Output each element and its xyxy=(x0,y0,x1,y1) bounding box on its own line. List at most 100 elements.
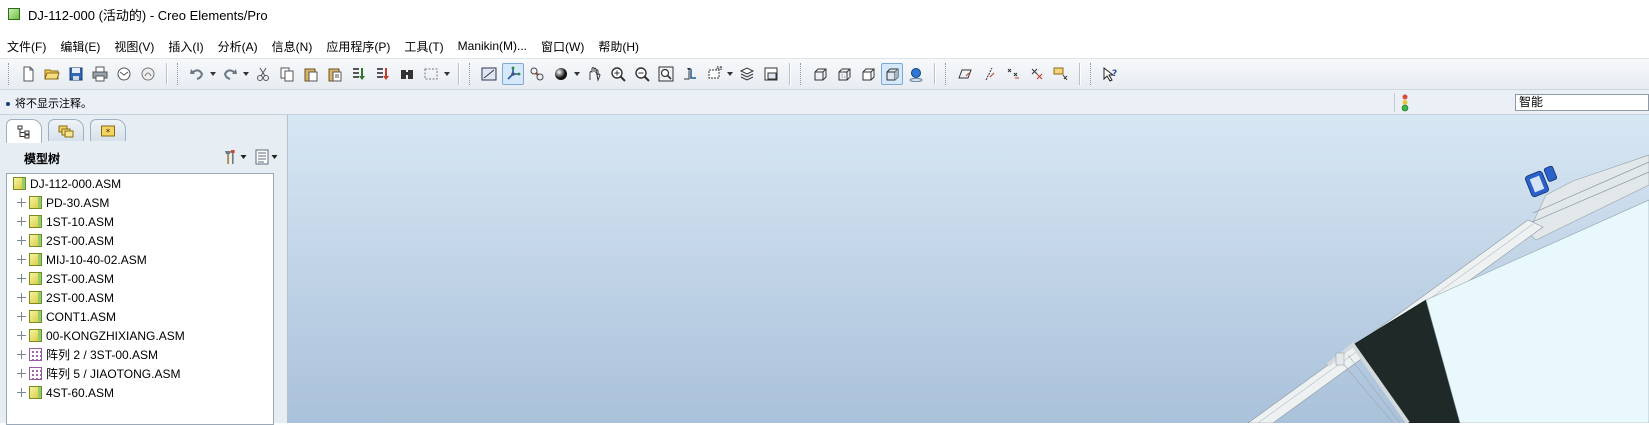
menu-bar: 文件(F) 编辑(E) 视图(V) 插入(I) 分析(A) 信息(N) 应用程序(P) 工具(… xyxy=(0,34,1649,58)
tree-expand-icon[interactable] xyxy=(17,274,26,283)
tree-expand-icon[interactable] xyxy=(17,312,26,321)
tree-row[interactable]: CONT1.ASM xyxy=(7,307,273,326)
toolbar-grip-0[interactable] xyxy=(8,63,12,85)
tree-settings-button[interactable] xyxy=(222,148,247,166)
model-tree[interactable]: DJ-112-000.ASM PD-30.ASM 1ST-10.ASM 2ST-00.… xyxy=(6,173,274,425)
tree-expand-icon[interactable] xyxy=(17,255,26,264)
tree-expand-icon[interactable] xyxy=(17,331,26,340)
graphics-viewport[interactable] xyxy=(288,115,1649,423)
appearance-dropdown[interactable] xyxy=(573,63,580,85)
tree-show-button[interactable] xyxy=(253,148,278,166)
shading-button[interactable] xyxy=(881,63,903,85)
whats-this-button[interactable]: ? xyxy=(1099,63,1121,85)
tree-row[interactable]: 4ST-60.ASM xyxy=(7,383,273,402)
tab-favorites[interactable]: * xyxy=(90,119,126,141)
tree-expand-icon[interactable] xyxy=(17,350,26,359)
select-box-button[interactable] xyxy=(420,63,442,85)
regen-manager-button[interactable] xyxy=(372,63,394,85)
copy-button[interactable] xyxy=(276,63,298,85)
zoom-in-button[interactable] xyxy=(607,63,629,85)
whats-this-icon: ? xyxy=(1103,66,1117,82)
chevron-down-icon xyxy=(242,72,249,76)
cut-button[interactable] xyxy=(252,63,274,85)
layers-button[interactable] xyxy=(736,63,758,85)
title-bar: DJ-112-000 (活动的) - Creo Elements/Pro xyxy=(0,0,1649,28)
menu-item-5[interactable]: 信息(N) xyxy=(265,38,320,55)
tree-row[interactable]: DJ-112-000.ASM xyxy=(7,174,273,193)
new-file-button[interactable] xyxy=(17,63,39,85)
menu-item-1[interactable]: 编辑(E) xyxy=(53,38,107,55)
redraw-button[interactable] xyxy=(478,63,500,85)
model-tree-tab-icon xyxy=(17,125,30,138)
redo-button[interactable] xyxy=(219,63,241,85)
toolbar-grip-3[interactable] xyxy=(800,63,804,85)
menu-item-6[interactable]: 应用程序(P) xyxy=(319,38,397,55)
tree-expand-icon[interactable] xyxy=(17,236,26,245)
tree-row[interactable]: MIJ-10-40-02.ASM xyxy=(7,250,273,269)
tree-expand-icon[interactable] xyxy=(17,198,26,207)
tree-row[interactable]: 阵列 5 / JIAOTONG.ASM xyxy=(7,364,273,383)
open-file-button[interactable] xyxy=(41,63,63,85)
paste-button[interactable] xyxy=(300,63,322,85)
email-button[interactable] xyxy=(113,63,135,85)
tree-row[interactable]: 2ST-00.ASM xyxy=(7,269,273,288)
toolbar-grip-2[interactable] xyxy=(469,63,473,85)
menu-item-0[interactable]: 文件(F) xyxy=(0,38,53,55)
tree-row[interactable]: 阵列 2 / 3ST-00.ASM xyxy=(7,345,273,364)
saved-views-dropdown[interactable] xyxy=(726,63,733,85)
tree-row[interactable]: 00-KONGZHIXIANG.ASM xyxy=(7,326,273,345)
coordinate-systems-button[interactable] xyxy=(1026,63,1048,85)
appearance-button[interactable] xyxy=(550,63,572,85)
selection-filter-select[interactable]: 智能 xyxy=(1515,94,1649,111)
pan-zoom-button[interactable] xyxy=(583,63,605,85)
datum-points-button[interactable] xyxy=(1002,63,1024,85)
hidden-line-button[interactable] xyxy=(833,63,855,85)
tab-model-tree[interactable] xyxy=(6,119,42,143)
wireframe-button[interactable] xyxy=(809,63,831,85)
email-link-icon xyxy=(141,67,155,81)
select-box-dropdown[interactable] xyxy=(443,63,450,85)
menu-item-10[interactable]: 帮助(H) xyxy=(591,38,646,55)
toolbar-grip-4[interactable] xyxy=(945,63,949,85)
menu-item-8[interactable]: Manikin(M)... xyxy=(451,39,534,53)
annotations-button[interactable] xyxy=(1050,63,1072,85)
datum-axes-button[interactable] xyxy=(978,63,1000,85)
menu-item-2[interactable]: 视图(V) xyxy=(107,38,161,55)
paste-special-button[interactable] xyxy=(324,63,346,85)
tree-row[interactable]: 1ST-10.ASM xyxy=(7,212,273,231)
svg-text:*: * xyxy=(106,128,111,138)
undo-dropdown[interactable] xyxy=(209,63,216,85)
orient-button[interactable] xyxy=(526,63,548,85)
zoom-out-button[interactable] xyxy=(631,63,653,85)
toolbar-grip-5[interactable] xyxy=(1090,63,1094,85)
undo-button[interactable] xyxy=(186,63,208,85)
menu-item-3[interactable]: 插入(I) xyxy=(161,38,210,55)
no-hidden-button[interactable] xyxy=(857,63,879,85)
reorient-button[interactable] xyxy=(679,63,701,85)
print-button[interactable] xyxy=(89,63,111,85)
saved-views-button[interactable]: AB xyxy=(703,63,725,85)
regenerate-button[interactable] xyxy=(348,63,370,85)
email-link-button[interactable] xyxy=(137,63,159,85)
assembly-icon xyxy=(29,310,42,323)
tree-expand-icon[interactable] xyxy=(17,217,26,226)
menu-item-7[interactable]: 工具(T) xyxy=(397,38,450,55)
tree-row[interactable]: 2ST-00.ASM xyxy=(7,288,273,307)
redo-dropdown[interactable] xyxy=(242,63,249,85)
tree-row[interactable]: PD-30.ASM xyxy=(7,193,273,212)
toolbar-grip-1[interactable] xyxy=(177,63,181,85)
menu-item-9[interactable]: 窗口(W) xyxy=(534,38,591,55)
tree-expand-icon[interactable] xyxy=(17,388,26,397)
spin-center-button[interactable] xyxy=(502,63,524,85)
find-button[interactable] xyxy=(396,63,418,85)
menu-item-4[interactable]: 分析(A) xyxy=(211,38,265,55)
refit-button[interactable] xyxy=(655,63,677,85)
tree-expand-icon[interactable] xyxy=(17,369,26,378)
view-manager-button[interactable] xyxy=(760,63,782,85)
tree-expand-icon[interactable] xyxy=(17,293,26,302)
tab-folder-browser[interactable] xyxy=(48,119,84,141)
save-button[interactable] xyxy=(65,63,87,85)
enhanced-realism-button[interactable] xyxy=(905,63,927,85)
tree-row[interactable]: 2ST-00.ASM xyxy=(7,231,273,250)
datum-planes-button[interactable] xyxy=(954,63,976,85)
